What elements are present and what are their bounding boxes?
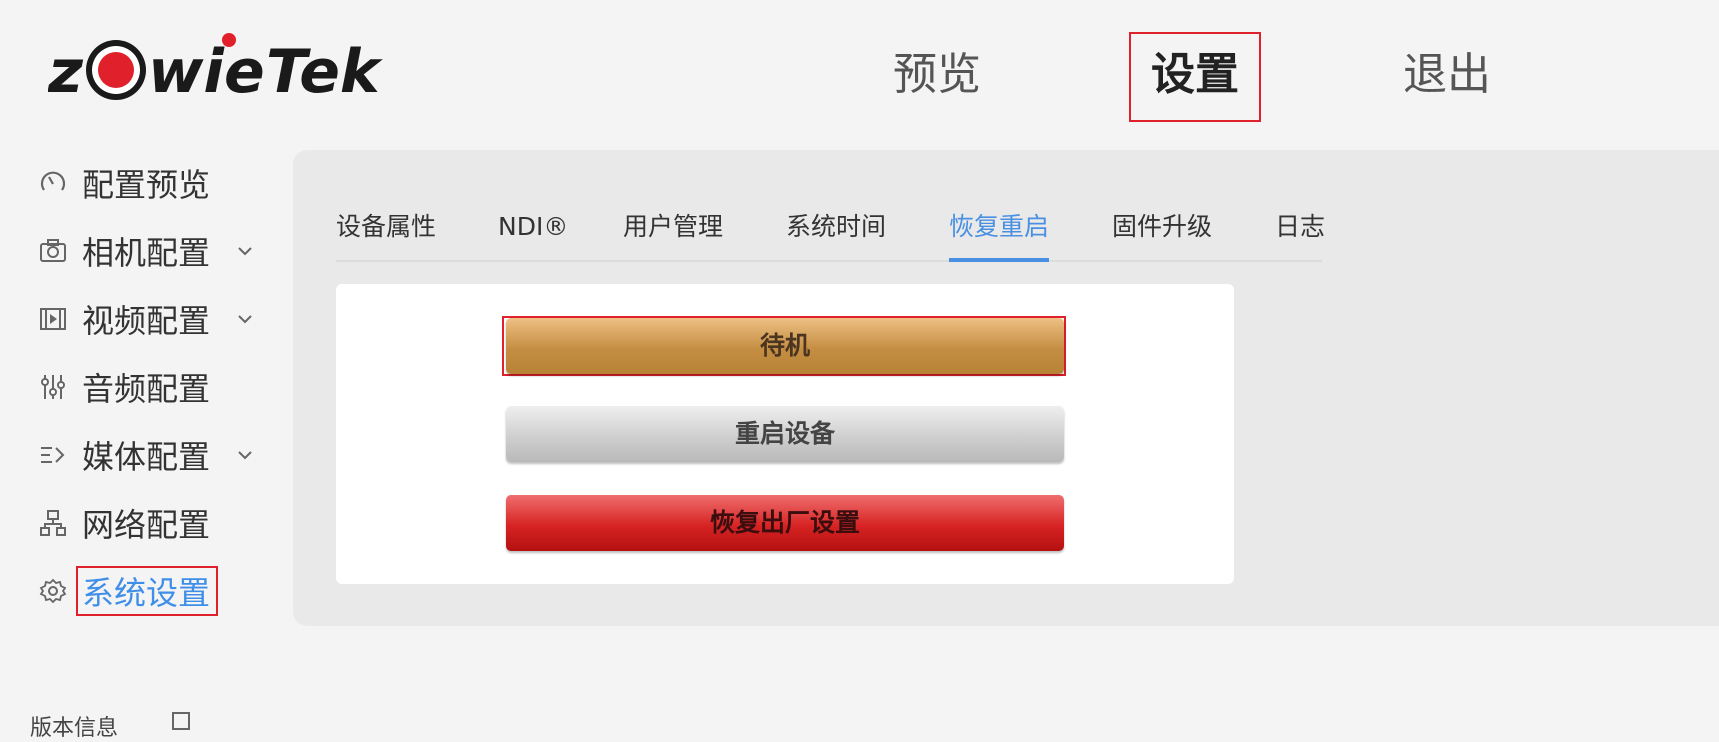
tab-system-time[interactable]: 系统时间	[786, 202, 886, 260]
sidebar-item-audio-config[interactable]: 音频配置	[38, 359, 268, 415]
sidebar-item-label: 视频配置	[82, 302, 211, 340]
chevron-down-icon[interactable]	[236, 446, 254, 464]
tab-firmware-upgrade[interactable]: 固件升级	[1112, 202, 1212, 260]
tab-user-management[interactable]: 用户管理	[623, 202, 723, 260]
film-icon	[38, 304, 68, 334]
version-info[interactable]: 版本信息	[30, 710, 118, 742]
standby-button[interactable]: 待机	[506, 318, 1064, 374]
nav-preview[interactable]: 预览	[882, 34, 992, 120]
sidebar-item-label: 系统设置	[75, 566, 219, 616]
zowietek-logo: z wie Tek	[48, 33, 383, 107]
sidebar-item-label: 媒体配置	[82, 438, 211, 476]
mixer-sliders-icon	[38, 372, 68, 402]
logo-text-z: z	[48, 37, 84, 107]
restore-reboot-card: 待机 重启设备 恢复出厂设置	[336, 284, 1234, 584]
sidebar-item-label: 配置预览	[82, 166, 211, 204]
tab-restore-reboot[interactable]: 恢复重启	[949, 202, 1050, 262]
logo-text-tek: Tek	[266, 37, 383, 107]
sidebar-item-label: 网络配置	[82, 506, 211, 544]
reboot-device-button[interactable]: 重启设备	[506, 406, 1064, 462]
chevron-down-icon[interactable]	[236, 310, 254, 328]
sidebar-item-video-config[interactable]: 视频配置	[38, 291, 268, 347]
sidebar-item-config-preview[interactable]: 配置预览	[38, 155, 268, 211]
sidebar-item-label: 相机配置	[82, 234, 211, 272]
document-icon[interactable]	[172, 712, 190, 730]
media-list-icon	[38, 440, 68, 470]
factory-reset-button[interactable]: 恢复出厂设置	[506, 495, 1064, 551]
camera-icon	[38, 236, 68, 266]
chevron-down-icon[interactable]	[236, 242, 254, 260]
tab-log[interactable]: 日志	[1275, 202, 1325, 260]
gear-icon	[38, 576, 68, 606]
settings-tabs: 设备属性 NDI® 用户管理 系统时间 恢复重启 固件升级 日志	[336, 202, 1325, 262]
gauge-icon	[38, 168, 68, 198]
network-icon	[38, 508, 68, 538]
nav-settings[interactable]: 设置	[1129, 32, 1261, 122]
logo-text-wie: wie	[148, 37, 265, 107]
nav-logout[interactable]: 退出	[1392, 34, 1502, 120]
sidebar-item-media-config[interactable]: 媒体配置	[38, 427, 268, 483]
sidebar-item-camera-config[interactable]: 相机配置	[38, 223, 268, 279]
tab-ndi[interactable]: NDI®	[498, 202, 568, 260]
sidebar-item-system-settings[interactable]: 系统设置	[38, 563, 268, 619]
sidebar-item-label: 音频配置	[82, 370, 211, 408]
tab-device-properties[interactable]: 设备属性	[336, 202, 436, 260]
sidebar-item-network-config[interactable]: 网络配置	[38, 495, 268, 551]
